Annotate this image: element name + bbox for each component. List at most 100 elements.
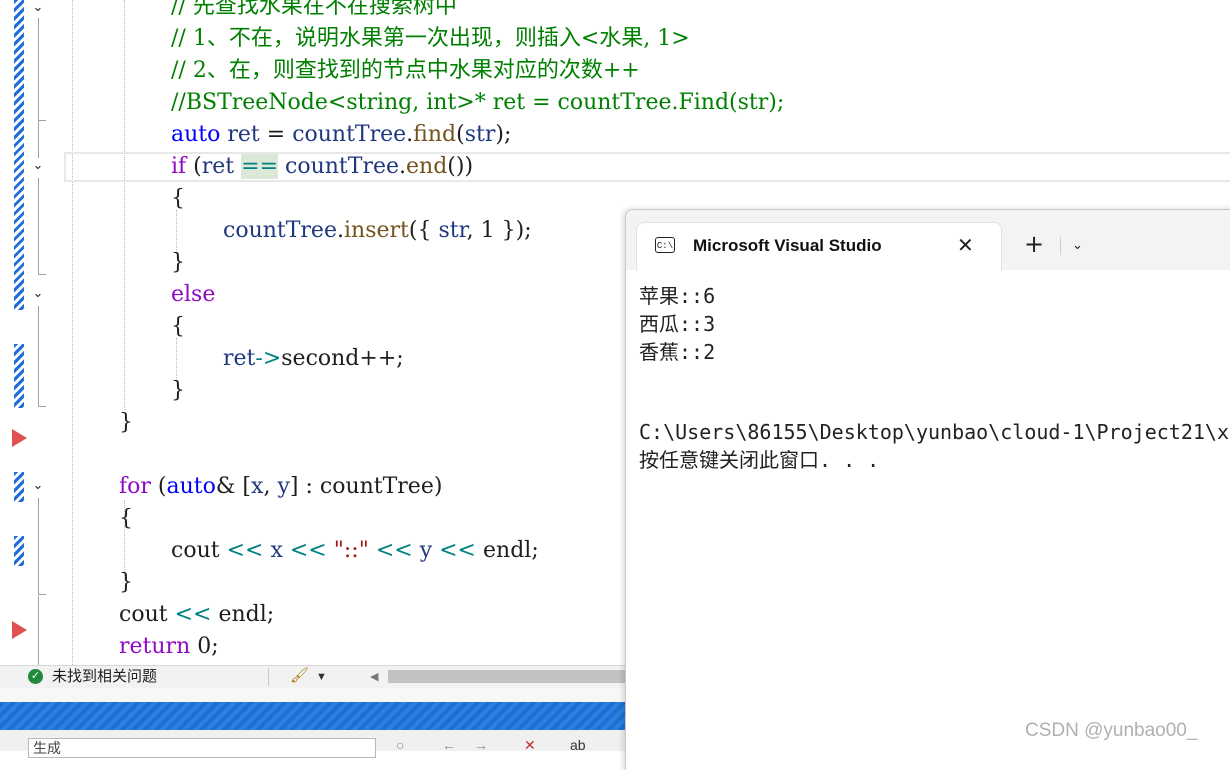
code-token: (	[456, 122, 465, 147]
code-token: ret	[223, 346, 256, 371]
code-token: y	[277, 474, 290, 499]
collapse-chevron-icon[interactable]: ⌄	[30, 0, 46, 16]
code-token: & [	[215, 474, 252, 499]
console-output-line: 苹果::6	[639, 284, 716, 308]
code-token: auto	[166, 474, 216, 499]
code-token: if	[171, 154, 187, 179]
console-output-line: 香蕉::2	[639, 340, 716, 364]
code-token: (	[150, 474, 167, 499]
code-line[interactable]: auto ret = countTree.find(str);	[171, 119, 511, 151]
collapse-chevron-icon[interactable]: ⌄	[30, 158, 46, 174]
indent-guide	[124, 0, 125, 410]
code-line[interactable]: {	[171, 183, 185, 215]
code-line[interactable]: ret->second++;	[223, 343, 404, 375]
horizontal-scrollbar[interactable]	[388, 670, 625, 683]
code-token: ,	[466, 218, 481, 243]
code-line[interactable]: // 先查找水果在不在搜索树中	[171, 0, 457, 23]
code-token: )	[433, 474, 443, 499]
code-token: ({	[408, 218, 439, 243]
scroll-left-icon[interactable]: ◀	[370, 666, 378, 688]
code-token: second	[281, 346, 360, 371]
code-token: for	[119, 474, 151, 499]
code-token: countTree	[319, 474, 434, 499]
code-token: str	[464, 122, 496, 147]
fold-line	[38, 306, 39, 406]
code-token: ;	[211, 634, 219, 659]
change-marker	[14, 344, 24, 408]
code-token: .	[399, 154, 407, 179]
code-token: ++;	[359, 346, 404, 371]
code-token: ret	[227, 122, 260, 147]
code-line[interactable]: //BSTreeNode<string, int>* ret = countTr…	[171, 87, 784, 119]
code-token: insert	[343, 218, 409, 243]
divider	[1060, 237, 1061, 255]
code-line[interactable]: }	[119, 567, 133, 599]
code-line[interactable]: cout << endl;	[119, 599, 274, 631]
code-token: cout	[119, 602, 168, 627]
editor-status-bar: ✓ 未找到相关问题 🖌 ▼ ◀	[0, 665, 625, 688]
code-token: find	[413, 122, 457, 147]
code-token: {	[171, 186, 185, 211]
fold-line	[38, 498, 39, 594]
new-tab-button[interactable]: +	[1024, 229, 1044, 259]
code-line[interactable]: }	[119, 407, 133, 439]
fold-end	[38, 406, 46, 407]
code-token: x	[251, 474, 264, 499]
code-line[interactable]: else	[171, 279, 215, 311]
code-token: // 1、不在，说明水果第一次出现，则插入<水果, 1>	[171, 26, 690, 51]
code-token: cout	[171, 538, 220, 563]
code-line[interactable]: // 1、不在，说明水果第一次出现，则插入<水果, 1>	[171, 23, 690, 55]
chevron-down-icon[interactable]: ▼	[316, 666, 327, 688]
collapse-chevron-icon[interactable]: ⌄	[30, 286, 46, 302]
code-line[interactable]: return 0;	[119, 631, 219, 663]
code-line[interactable]: }	[171, 375, 185, 407]
fold-line	[38, 596, 39, 665]
code-line[interactable]: }	[171, 247, 185, 279]
code-token: ())	[447, 154, 474, 179]
code-token: ->	[255, 346, 282, 371]
code-line[interactable]: countTree.insert({ str, 1 });	[223, 215, 532, 247]
fold-end	[38, 594, 46, 595]
code-line[interactable]: if (ret == countTree.end())	[171, 151, 473, 183]
code-token: endl	[483, 538, 532, 563]
collapse-chevron-icon[interactable]: ⌄	[30, 478, 46, 494]
code-line[interactable]: {	[119, 503, 133, 535]
code-token: .	[336, 218, 344, 243]
code-token: str	[438, 218, 467, 243]
console-output-line: 西瓜::3	[639, 312, 716, 336]
code-line[interactable]: for (auto& [x, y] : countTree)	[119, 471, 442, 503]
code-token: ret	[201, 154, 235, 179]
chevron-down-icon[interactable]: ⌄	[1072, 234, 1083, 258]
indent-guide	[72, 0, 73, 665]
code-token: //BSTreeNode<string, int>* ret = countTr…	[171, 90, 785, 115]
output-toolbar: 生成 ○ ← → ✕ ab	[0, 730, 625, 758]
close-icon[interactable]: ✕	[957, 232, 974, 258]
debug-console-window[interactable]: C:\ Microsoft Visual Studio 调试控制台 ✕ + ⌄ …	[625, 209, 1230, 770]
code-token: ] :	[289, 474, 320, 499]
code-token: {	[119, 506, 133, 531]
console-tab-title: Microsoft Visual Studio 调试控制台	[693, 236, 883, 255]
breakpoint-arrow-icon[interactable]	[12, 429, 27, 447]
terminal-icon: C:\	[655, 237, 675, 253]
code-line[interactable]: cout << x << "::" << y << endl;	[171, 535, 539, 567]
code-token: =	[259, 122, 293, 147]
code-line[interactable]: // 2、在，则查找到的节点中水果对应的次数++	[171, 55, 640, 87]
code-token: countTree	[285, 154, 400, 179]
code-token: ;	[531, 538, 539, 563]
code-token: <<	[289, 538, 327, 563]
code-token: countTree	[292, 122, 407, 147]
console-tab[interactable]: C:\ Microsoft Visual Studio 调试控制台 ✕	[636, 222, 1002, 271]
brush-icon[interactable]: 🖌	[290, 666, 309, 686]
code-token: else	[171, 282, 216, 307]
issues-status[interactable]: 未找到相关问题	[52, 667, 157, 687]
editor-gutter[interactable]: ⌄ ⌄ ⌄ ⌄	[0, 0, 62, 665]
code-token: <<	[439, 538, 476, 563]
output-source-select[interactable]: 生成	[28, 738, 376, 758]
divider	[268, 668, 269, 686]
code-line[interactable]: {	[171, 311, 185, 343]
breakpoint-arrow-icon[interactable]	[12, 621, 27, 639]
